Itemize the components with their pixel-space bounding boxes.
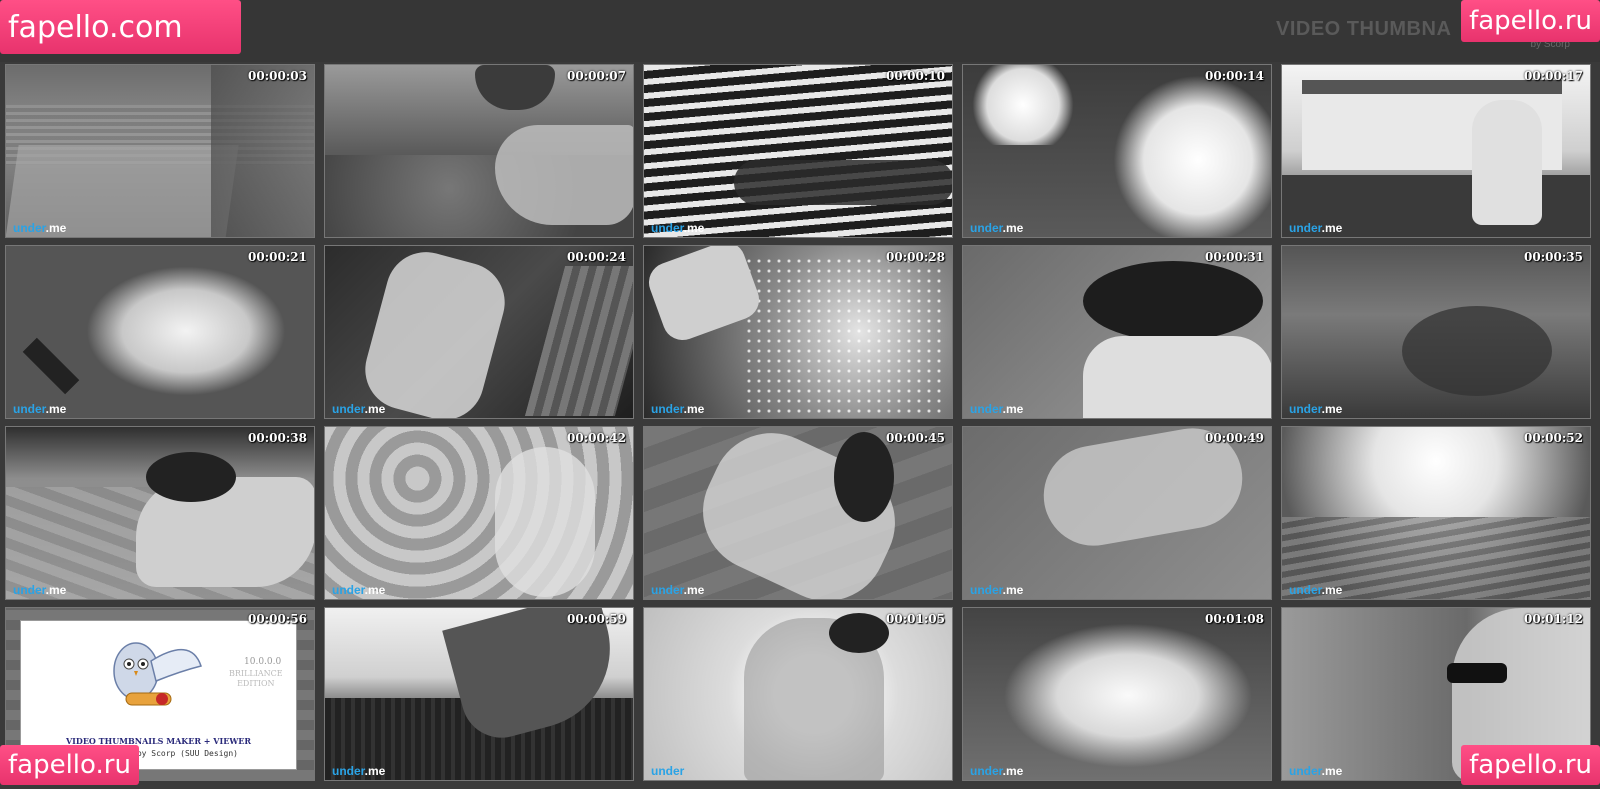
thumbnail[interactable]: 00:00:17 under.me bbox=[1281, 64, 1591, 238]
brand-logo: under.me bbox=[332, 764, 386, 778]
timestamp: 00:01:08 bbox=[1205, 612, 1264, 626]
timestamp: 00:00:31 bbox=[1205, 250, 1264, 264]
brand-logo: under.me bbox=[1289, 764, 1343, 778]
timestamp: 00:00:28 bbox=[886, 250, 945, 264]
watermark-top-left: fapello.com bbox=[0, 0, 241, 54]
foot bbox=[495, 447, 595, 597]
brand-logo: under.me bbox=[651, 402, 705, 416]
brand-logo: under.me bbox=[651, 583, 705, 597]
thumbnail[interactable]: 00:00:31 under.me bbox=[962, 245, 1272, 419]
watermark-top-right: fapello.ru bbox=[1461, 0, 1600, 42]
owl-logo-icon bbox=[113, 642, 202, 706]
brand-logo: under.me bbox=[1289, 583, 1343, 597]
thumbnail[interactable]: 00:00:52 under.me bbox=[1281, 426, 1591, 600]
thumbnail[interactable]: 00:01:05 under bbox=[643, 607, 953, 781]
swimmer-legs bbox=[356, 246, 514, 418]
swimmer-silhouette bbox=[1402, 306, 1552, 396]
timestamp: 00:00:21 bbox=[248, 250, 307, 264]
thumbnail[interactable]: 00:00:38 under.me bbox=[5, 426, 315, 600]
thumbnail[interactable]: 00:00:10 under.me bbox=[643, 64, 953, 238]
hair bbox=[146, 452, 236, 502]
timestamp: 00:00:17 bbox=[1524, 69, 1583, 83]
thumbnail[interactable]: 00:00:59 under.me bbox=[324, 607, 634, 781]
watermark-bottom-right: fapello.ru bbox=[1461, 745, 1600, 785]
foot-silhouette bbox=[475, 65, 555, 110]
cloud bbox=[86, 266, 286, 396]
person-silhouette bbox=[211, 65, 314, 237]
shirt bbox=[1083, 336, 1271, 418]
thumbnail[interactable]: 00:00:49 under.me bbox=[962, 426, 1272, 600]
timestamp: 00:00:03 bbox=[248, 69, 307, 83]
hair bbox=[834, 432, 894, 522]
timestamp: 00:00:56 bbox=[248, 612, 307, 626]
app-title: VIDEO THUMBNA bbox=[1276, 18, 1452, 40]
hair bbox=[829, 613, 889, 653]
thumbnail[interactable]: 00:01:08 under.me bbox=[962, 607, 1272, 781]
brand-logo: under.me bbox=[13, 221, 67, 235]
timestamp: 00:00:35 bbox=[1524, 250, 1583, 264]
brand-logo: under.me bbox=[1289, 402, 1343, 416]
timestamp: 00:00:49 bbox=[1205, 431, 1264, 445]
cloud bbox=[963, 65, 1083, 145]
swimmer-body bbox=[1035, 427, 1251, 554]
brand-logo: under.me bbox=[651, 221, 705, 235]
brand-logo: under.me bbox=[970, 764, 1024, 778]
floating-person bbox=[734, 160, 952, 205]
brand-logo: under.me bbox=[970, 221, 1024, 235]
hair bbox=[1083, 261, 1263, 341]
thumbnail[interactable]: 00:00:03 under.me bbox=[5, 64, 315, 238]
timestamp: 00:00:42 bbox=[567, 431, 626, 445]
thumbnail[interactable]: 00:00:35 under.me bbox=[1281, 245, 1591, 419]
timestamp: 00:00:52 bbox=[1524, 431, 1583, 445]
brand-logo: under.me bbox=[1289, 221, 1343, 235]
timestamp: 00:00:10 bbox=[886, 69, 945, 83]
bubbles bbox=[744, 256, 944, 416]
thumbnail-grid: 00:00:03 under.me 00:00:07 00:00:10 unde… bbox=[5, 64, 1591, 781]
thumbnail[interactable]: 00:00:45 under.me bbox=[643, 426, 953, 600]
bird-silhouette bbox=[22, 337, 80, 395]
pool-wall bbox=[524, 266, 633, 416]
hand-silhouette bbox=[495, 125, 633, 225]
thumbnail[interactable]: 00:00:07 bbox=[324, 64, 634, 238]
edition-label: BRILLIANCE EDITION bbox=[229, 669, 283, 688]
brand-logo: under.me bbox=[332, 583, 386, 597]
brand-logo: under.me bbox=[970, 583, 1024, 597]
brand-logo: under.me bbox=[13, 402, 67, 416]
timestamp: 00:00:59 bbox=[567, 612, 626, 626]
timestamp: 00:01:05 bbox=[886, 612, 945, 626]
cloud bbox=[1003, 623, 1253, 768]
timestamp: 00:00:07 bbox=[567, 69, 626, 83]
thumbnail[interactable]: 00:00:14 under.me bbox=[962, 64, 1272, 238]
brand-logo: under.me bbox=[13, 583, 67, 597]
sunglasses bbox=[1447, 663, 1507, 683]
thumbnail[interactable]: 00:00:21 under.me bbox=[5, 245, 315, 419]
watermark-bottom-left: fapello.ru bbox=[0, 745, 139, 785]
thumbnail[interactable]: 00:00:24 under.me bbox=[324, 245, 634, 419]
timestamp: 00:00:38 bbox=[248, 431, 307, 445]
cloud bbox=[1113, 75, 1271, 237]
brand-logo: under bbox=[651, 764, 685, 778]
version-number: 10.0.0.0 bbox=[244, 657, 282, 667]
brand-logo: under.me bbox=[970, 402, 1024, 416]
thumbnail[interactable]: 00:00:28 under.me bbox=[643, 245, 953, 419]
brand-logo: under.me bbox=[332, 402, 386, 416]
thumbnail[interactable]: 00:00:42 under.me bbox=[324, 426, 634, 600]
timestamp: 00:00:24 bbox=[567, 250, 626, 264]
timestamp: 00:00:14 bbox=[1205, 69, 1264, 83]
woman-reading bbox=[1472, 100, 1542, 225]
timestamp: 00:01:12 bbox=[1524, 612, 1583, 626]
timestamp: 00:00:45 bbox=[886, 431, 945, 445]
